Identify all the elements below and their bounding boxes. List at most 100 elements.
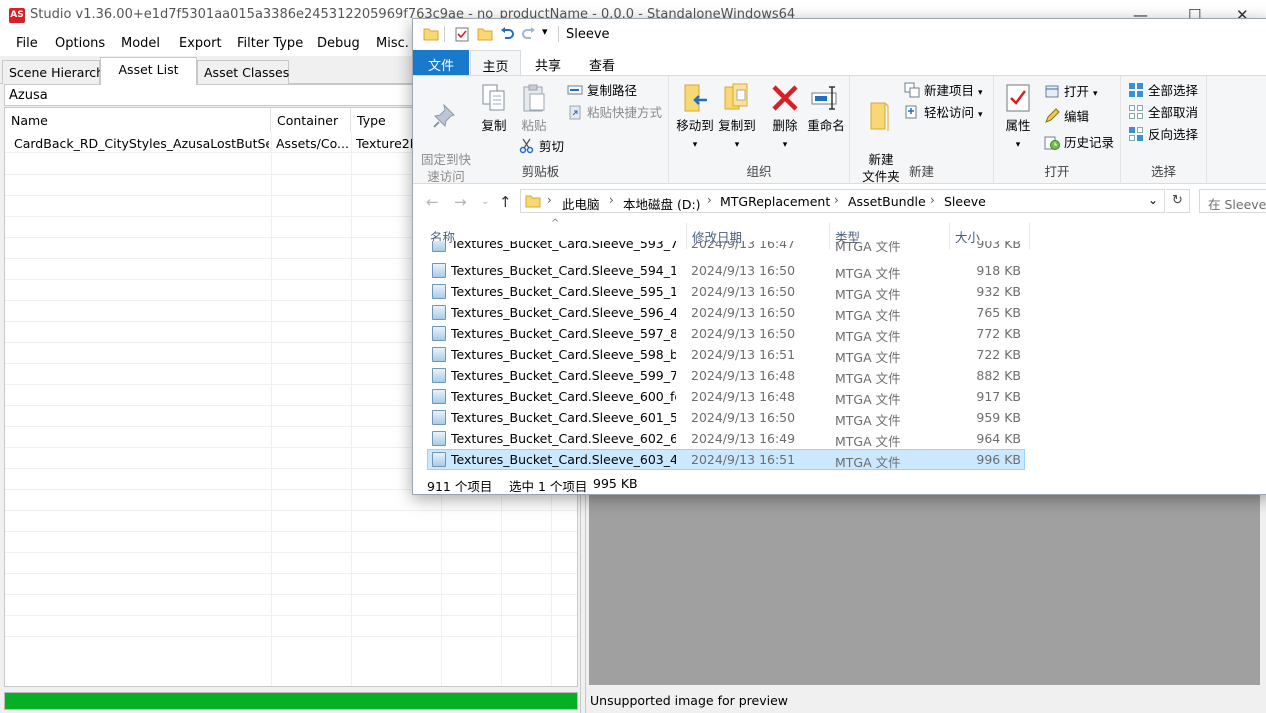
select-all-button[interactable]: 全部选择 xyxy=(1128,81,1198,101)
undo-icon[interactable] xyxy=(499,26,515,42)
up-arrow-icon[interactable]: ↑ xyxy=(499,193,512,211)
move-to-button[interactable]: 移动到 ▾ xyxy=(675,82,715,154)
easy-access-button[interactable]: 轻松访问 ▾ xyxy=(904,103,983,123)
history-button[interactable]: 历史记录 xyxy=(1044,133,1114,153)
search-input[interactable]: 在 Sleeve 中搜索 xyxy=(1199,189,1266,213)
copy-to-icon xyxy=(724,83,748,110)
file-name: Textures_Bucket_Card.Sleeve_597_83... xyxy=(451,326,676,341)
scissors-icon xyxy=(519,138,534,154)
address-box[interactable]: › 此电脑 › 本地磁盘 (D:) › MTGReplacement › Ass… xyxy=(520,189,1165,213)
open-button[interactable]: 打开 ▾ xyxy=(1044,82,1098,102)
menu-file[interactable]: File xyxy=(16,36,38,51)
customize-toolbar-chevron-icon[interactable]: ▾ xyxy=(542,25,548,38)
properties-button[interactable]: 属性 ▾ xyxy=(1000,82,1036,154)
list-item[interactable]: Textures_Bucket_Card.Sleeve_594_1a... 20… xyxy=(427,260,1025,281)
menu-debug[interactable]: Debug xyxy=(317,36,360,51)
paste-button[interactable]: 粘贴 xyxy=(517,82,551,134)
group-clipboard: 固定到快 速访问 复制 粘贴 复制路径 粘贴快捷方式 剪切 剪贴板 xyxy=(413,76,669,184)
menu-misc[interactable]: Misc. xyxy=(376,36,409,51)
progress-bar xyxy=(4,692,578,710)
cut-button[interactable]: 剪切 xyxy=(519,137,564,157)
menu-options[interactable]: Options xyxy=(55,36,105,51)
copy-to-button[interactable]: 复制到 ▾ xyxy=(717,82,757,154)
file-name: Textures_Bucket_Card.Sleeve_601_55... xyxy=(451,410,676,425)
list-item[interactable]: Textures_Bucket_Card.Sleeve_598_b9... 20… xyxy=(427,344,1025,365)
breadcrumb-local-disk-d[interactable]: 本地磁盘 (D:) xyxy=(623,194,701,213)
list-item[interactable]: Textures_Bucket_Card.Sleeve_600_fcb... 2… xyxy=(427,386,1025,407)
group-label-clipboard: 剪贴板 xyxy=(521,164,560,179)
breadcrumb-assetbundle[interactable]: AssetBundle xyxy=(848,194,926,209)
file-name: Textures_Bucket_Card.Sleeve_598_b9... xyxy=(451,347,676,362)
splitter-handle[interactable] xyxy=(580,495,586,713)
list-item[interactable]: Textures_Bucket_Card.Sleeve_595_15... 20… xyxy=(427,281,1025,302)
select-none-button[interactable]: 全部取消 xyxy=(1128,103,1198,123)
back-arrow-icon[interactable]: ← xyxy=(426,193,439,211)
menu-export[interactable]: Export xyxy=(179,36,222,51)
column-header-container[interactable]: Container xyxy=(271,108,351,132)
menu-filter-type[interactable]: Filter Type xyxy=(237,36,303,51)
group-label-new: 新建 xyxy=(908,164,934,179)
copy-path-button[interactable]: 复制路径 xyxy=(567,81,637,101)
file-size: 964 KB xyxy=(976,431,1021,446)
tab-home[interactable]: 主页 xyxy=(470,50,521,75)
refresh-icon[interactable]: ↻ xyxy=(1166,189,1190,213)
file-date: 2024/9/13 16:51 xyxy=(691,452,796,467)
list-item[interactable]: Textures_Bucket_Card.Sleeve_596_40... 20… xyxy=(427,302,1025,323)
list-item[interactable]: Textures_Bucket_Card.Sleeve_597_83... 20… xyxy=(427,323,1025,344)
copy-button[interactable]: 复制 xyxy=(477,82,511,134)
rename-button[interactable]: 重命名 xyxy=(805,82,847,134)
file-type: MTGA 文件 xyxy=(835,350,901,365)
mtga-file-icon xyxy=(432,263,446,278)
file-date: 2024/9/13 16:50 xyxy=(691,326,796,341)
tab-share[interactable]: 共享 xyxy=(525,50,571,75)
file-type: MTGA 文件 xyxy=(835,308,901,323)
file-type: MTGA 文件 xyxy=(835,434,901,449)
file-date: 2024/9/13 16:51 xyxy=(691,347,796,362)
file-date: 2024/9/13 16:50 xyxy=(691,410,796,425)
delete-button[interactable]: 删除 ▾ xyxy=(769,82,801,154)
tab-file[interactable]: 文件 xyxy=(413,50,469,75)
paste-shortcut-button[interactable]: 粘贴快捷方式 xyxy=(567,103,662,123)
file-type: MTGA 文件 xyxy=(835,287,901,302)
asset-container: Assets/Co... xyxy=(276,136,349,151)
file-name: Textures_Bucket_Card.Sleeve_595_15... xyxy=(451,284,676,299)
file-size: 882 KB xyxy=(976,368,1021,383)
tab-asset-classes[interactable]: Asset Classes xyxy=(197,60,289,84)
folder-icon xyxy=(423,28,439,41)
forward-arrow-icon[interactable]: → xyxy=(454,193,467,211)
mtga-file-icon xyxy=(432,241,446,252)
properties-quick-icon[interactable] xyxy=(455,27,469,42)
redo-icon[interactable] xyxy=(521,26,537,42)
breadcrumb-this-pc[interactable]: 此电脑 xyxy=(562,194,600,213)
menu-model[interactable]: Model xyxy=(121,36,160,51)
group-new: 新建 文件夹 新建项目 ▾ 轻松访问 ▾ 新建 xyxy=(850,76,994,184)
list-item[interactable]: Textures_Bucket_Card.Sleeve_593_79... 20… xyxy=(427,241,1025,255)
recent-locations-chevron-icon[interactable]: ⌄ xyxy=(481,196,489,207)
paste-shortcut-icon xyxy=(569,105,581,120)
easy-access-icon xyxy=(905,105,917,119)
new-folder-quick-icon[interactable] xyxy=(477,27,493,41)
list-item[interactable]: Textures_Bucket_Card.Sleeve_602_60... 20… xyxy=(427,428,1025,449)
file-name: Textures_Bucket_Card.Sleeve_600_fcb... xyxy=(451,389,676,404)
address-bar-row: ← → ⌄ ↑ › 此电脑 › 本地磁盘 (D:) › MTGReplaceme… xyxy=(413,185,1266,217)
breadcrumb-sleeve[interactable]: Sleeve xyxy=(944,194,986,209)
pin-icon xyxy=(433,103,455,128)
tab-asset-list[interactable]: Asset List xyxy=(100,57,197,85)
edit-button[interactable]: 编辑 xyxy=(1044,107,1089,127)
asset-studio-logo-icon: AS xyxy=(9,8,25,23)
file-size: 917 KB xyxy=(976,389,1021,404)
properties-icon xyxy=(1006,84,1030,112)
group-open: 属性 ▾ 打开 ▾ 编辑 历史记录 打开 xyxy=(994,76,1121,184)
list-item[interactable]: Textures_Bucket_Card.Sleeve_599_76... 20… xyxy=(427,365,1025,386)
list-item[interactable]: Textures_Bucket_Card.Sleeve_601_55... 20… xyxy=(427,407,1025,428)
file-name: Textures_Bucket_Card.Sleeve_596_40... xyxy=(451,305,676,320)
invert-selection-button[interactable]: 反向选择 xyxy=(1128,125,1198,145)
address-history-chevron-icon[interactable]: ⌄ xyxy=(1148,193,1158,207)
list-item-selected[interactable]: Textures_Bucket_Card.Sleeve_603_4b... 20… xyxy=(427,449,1025,470)
new-item-button[interactable]: 新建项目 ▾ xyxy=(904,81,983,101)
breadcrumb-mtgreplacement[interactable]: MTGReplacement xyxy=(720,194,830,209)
mtga-file-icon xyxy=(432,368,446,383)
column-header-name[interactable]: Name xyxy=(5,108,271,132)
tab-view[interactable]: 查看 xyxy=(579,50,625,75)
tab-scene-hierarchy[interactable]: Scene Hierarchy xyxy=(2,60,112,84)
